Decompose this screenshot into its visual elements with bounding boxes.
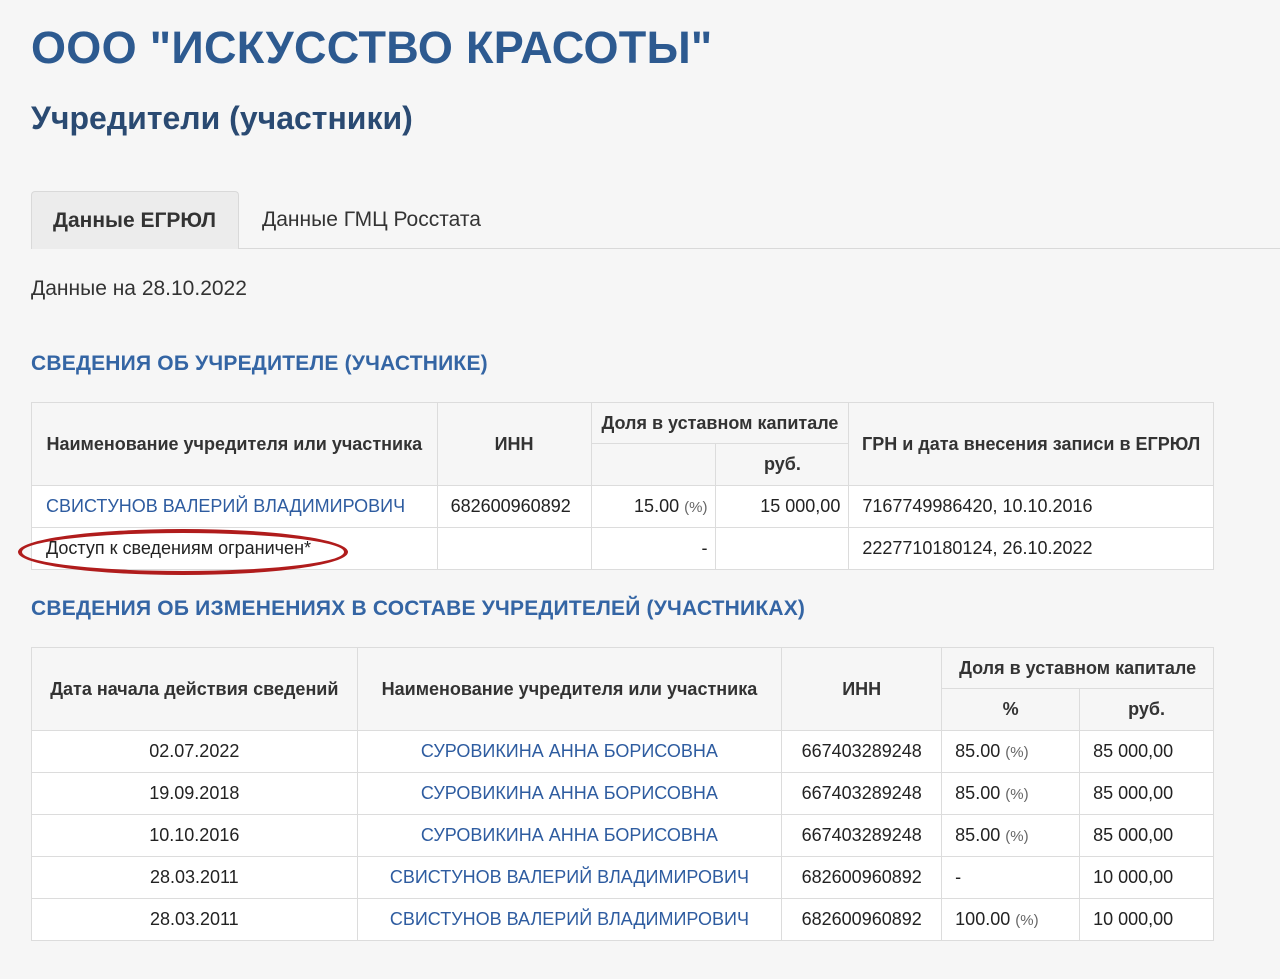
col-header-name: Наименование учредителя или участника — [31, 402, 438, 486]
inn-cell: 682600960892 — [781, 856, 943, 899]
founder-link[interactable]: СВИСТУНОВ ВАЛЕРИЙ ВЛАДИМИРОВИЧ — [390, 867, 749, 887]
inn-cell: 667403289248 — [781, 814, 943, 857]
rub-cell: 10 000,00 — [1079, 856, 1214, 899]
inn-cell: 667403289248 — [781, 730, 943, 773]
col-header-pct: % — [941, 688, 1081, 731]
pct-value: 100.00 — [955, 909, 1011, 929]
pct-unit: (%) — [1015, 912, 1039, 929]
pct-value: 85.00 — [955, 825, 1001, 845]
founder-link[interactable]: СУРОВИКИНА АННА БОРИСОВНА — [421, 741, 718, 761]
inn-cell: 682600960892 — [436, 485, 592, 528]
rub-cell: 10 000,00 — [1079, 898, 1214, 941]
col-header-inn: ИНН — [781, 647, 943, 731]
founder-link[interactable]: СВИСТУНОВ ВАЛЕРИЙ ВЛАДИМИРОВИЧ — [390, 909, 749, 929]
table-row: 02.07.2022 СУРОВИКИНА АННА БОРИСОВНА 667… — [31, 730, 1214, 773]
page-section-title: Учредители (участники) — [31, 100, 413, 136]
restricted-access-text: Доступ к сведениям ограничен* — [31, 527, 438, 570]
pct-unit: (%) — [684, 499, 708, 516]
pct-unit: (%) — [1005, 786, 1029, 803]
rub-cell: 85 000,00 — [1079, 730, 1214, 773]
pct-value: 15.00 — [634, 496, 680, 516]
company-title: ООО "ИСКУССТВО КРАСОТЫ" — [31, 22, 713, 73]
pct-unit: (%) — [1005, 828, 1029, 845]
table-row: СВИСТУНОВ ВАЛЕРИЙ ВЛАДИМИРОВИЧ 682600960… — [31, 485, 1214, 528]
grn-cell: 2227710180124, 26.10.2022 — [848, 527, 1214, 570]
rub-cell — [715, 527, 850, 570]
grn-cell: 7167749986420, 10.10.2016 — [848, 485, 1214, 528]
pct-value: 85.00 — [955, 741, 1001, 761]
changes-table: Дата начала действия сведений Наименован… — [31, 647, 1214, 941]
col-header-inn: ИНН — [436, 402, 592, 486]
date-cell: 02.07.2022 — [31, 730, 358, 773]
table-row: 28.03.2011 СВИСТУНОВ ВАЛЕРИЙ ВЛАДИМИРОВИ… — [31, 856, 1214, 899]
data-date: Данные на 28.10.2022 — [31, 277, 247, 300]
founders-title: СВЕДЕНИЯ ОБ УЧРЕДИТЕЛЕ (УЧАСТНИКЕ) — [31, 352, 488, 375]
col-header-share: Доля в уставном капитале — [941, 647, 1214, 689]
col-header-pct-empty — [590, 443, 717, 486]
rub-cell: 85 000,00 — [1079, 814, 1214, 857]
col-header-date: Дата начала действия сведений — [31, 647, 358, 731]
pct-value: - — [955, 867, 962, 887]
tab-egrul[interactable]: Данные ЕГРЮЛ — [31, 191, 239, 249]
date-cell: 10.10.2016 — [31, 814, 358, 857]
table-row: 19.09.2018 СУРОВИКИНА АННА БОРИСОВНА 667… — [31, 772, 1214, 815]
pct-unit: (%) — [1005, 744, 1029, 761]
date-cell: 28.03.2011 — [31, 898, 358, 941]
inn-cell: 682600960892 — [781, 898, 943, 941]
table-row: 10.10.2016 СУРОВИКИНА АННА БОРИСОВНА 667… — [31, 814, 1214, 857]
table-row: Доступ к сведениям ограничен* - 22277101… — [31, 527, 1214, 570]
rub-cell: 15 000,00 — [715, 485, 850, 528]
pct-value: 85.00 — [955, 783, 1001, 803]
founder-link[interactable]: СУРОВИКИНА АННА БОРИСОВНА — [421, 783, 718, 803]
founder-link[interactable]: СУРОВИКИНА АННА БОРИСОВНА — [421, 825, 718, 845]
col-header-rub: руб. — [1079, 688, 1214, 731]
col-header-rub: руб. — [715, 443, 850, 486]
date-cell: 19.09.2018 — [31, 772, 358, 815]
col-header-name: Наименование учредителя или участника — [356, 647, 783, 731]
tabs-bar: Данные ЕГРЮЛ Данные ГМЦ Росстата — [31, 191, 1280, 249]
founder-link[interactable]: СВИСТУНОВ ВАЛЕРИЙ ВЛАДИМИРОВИЧ — [46, 496, 405, 516]
tab-rosstat[interactable]: Данные ГМЦ Росстата — [241, 191, 502, 248]
changes-title: СВЕДЕНИЯ ОБ ИЗМЕНЕНИЯХ В СОСТАВЕ УЧРЕДИТ… — [31, 597, 806, 620]
inn-cell — [436, 527, 592, 570]
table-row: 28.03.2011 СВИСТУНОВ ВАЛЕРИЙ ВЛАДИМИРОВИ… — [31, 898, 1214, 941]
founders-table: Наименование учредителя или участника ИН… — [31, 402, 1214, 570]
col-header-share: Доля в уставном капитале — [590, 402, 850, 444]
rub-cell: 85 000,00 — [1079, 772, 1214, 815]
inn-cell: 667403289248 — [781, 772, 943, 815]
pct-value: - — [590, 527, 717, 570]
date-cell: 28.03.2011 — [31, 856, 358, 899]
col-header-grn: ГРН и дата внесения записи в ЕГРЮЛ — [848, 402, 1214, 486]
